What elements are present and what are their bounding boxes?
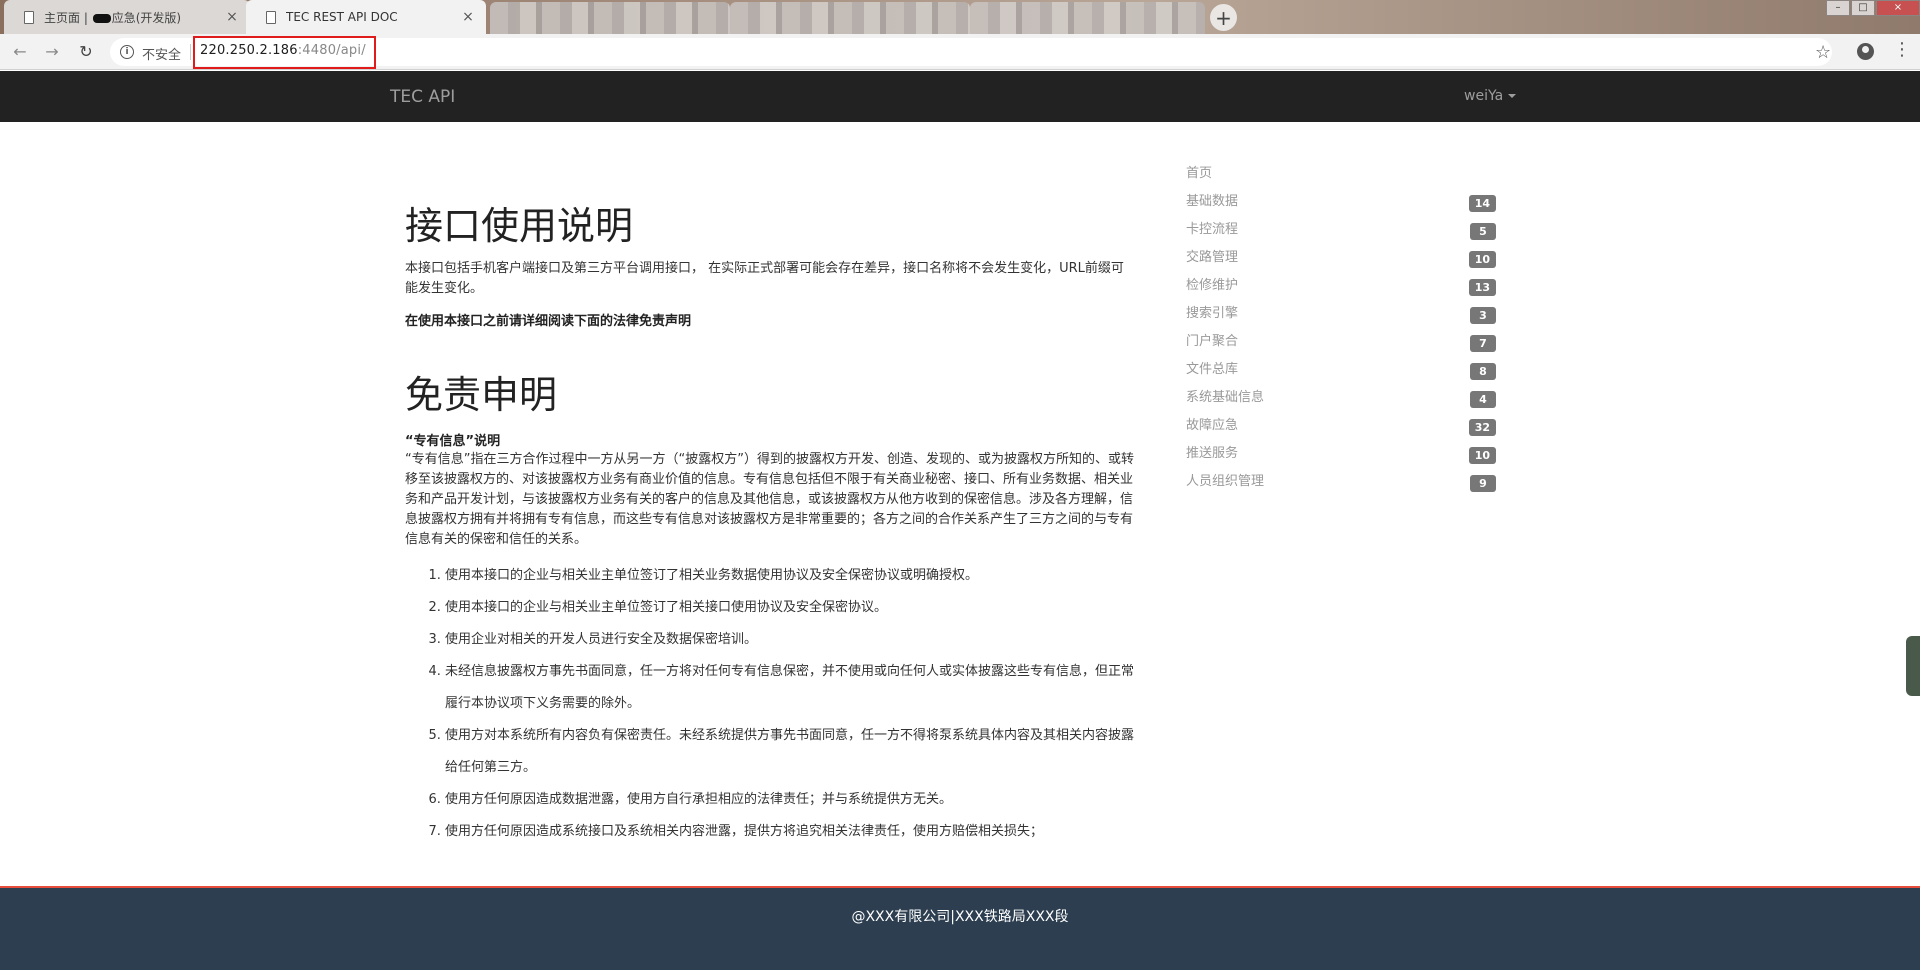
sidebar-item-portal[interactable]: 门户聚合 7 — [1186, 328, 1496, 356]
count-badge: 10 — [1468, 251, 1496, 268]
menu-icon[interactable]: ⋮ — [1893, 40, 1911, 60]
user-menu[interactable]: weiYa — [1464, 88, 1517, 104]
tab-redacted[interactable] — [730, 2, 970, 34]
url-text[interactable]: 220.250.2.186:4480/api/ — [200, 43, 366, 58]
sidebar-item-label: 首页 — [1186, 166, 1213, 181]
count-badge: 10 — [1468, 447, 1496, 464]
sidebar-item-personnel[interactable]: 人员组织管理 9 — [1186, 468, 1496, 496]
close-icon[interactable]: × — [460, 9, 476, 25]
tab-title: TEC REST API DOC — [286, 10, 398, 24]
side-widget[interactable] — [1906, 636, 1920, 696]
tab-redacted[interactable] — [490, 2, 730, 34]
info-icon[interactable]: i — [120, 45, 134, 59]
count-badge: 9 — [1470, 475, 1496, 492]
usage-intro: 本接口包括手机客户端接口及第三方平台调用接口， 在实际正式部署可能会存在差异，接… — [405, 261, 1124, 296]
divider — [190, 44, 191, 60]
redacted-text — [92, 13, 111, 23]
list-item: 使用方任何原因造成系统接口及系统相关内容泄露，提供方将追究相关法律责任，使用方赔… — [445, 816, 1135, 848]
list-item: 使用方任何原因造成数据泄露，使用方自行承担相应的法律责任；并与系统提供方无关。 — [445, 784, 1135, 816]
list-item: 使用本接口的企业与相关业主单位签订了相关接口使用协议及安全保密协议。 — [445, 592, 1135, 624]
sidebar-item-search-engine[interactable]: 搜索引擎 3 — [1186, 300, 1496, 328]
sidebar-item-label: 推送服务 — [1186, 446, 1239, 461]
sidebar-item-label: 系统基础信息 — [1186, 390, 1265, 405]
sidebar-item-system-info[interactable]: 系统基础信息 4 — [1186, 384, 1496, 412]
tab-redacted[interactable] — [970, 2, 1205, 34]
sidebar-item-label: 人员组织管理 — [1186, 474, 1265, 489]
maximize-icon[interactable]: □ — [1851, 0, 1875, 16]
count-badge: 32 — [1468, 419, 1496, 436]
sidebar-item-label: 文件总库 — [1186, 362, 1239, 377]
profile-icon[interactable] — [1857, 43, 1874, 60]
disclaimer-heading: 免责申明 — [405, 373, 558, 417]
count-badge: 3 — [1470, 307, 1496, 324]
count-badge: 7 — [1470, 335, 1496, 352]
document-icon — [24, 10, 34, 24]
back-icon[interactable]: ← — [10, 42, 30, 62]
caret-down-icon — [1508, 94, 1517, 98]
usage-note: 在使用本接口之前请详细阅读下面的法律免责声明 — [405, 314, 692, 329]
sidebar-item-push-service[interactable]: 推送服务 10 — [1186, 440, 1496, 468]
sidebar-item-home[interactable]: 首页 — [1186, 160, 1496, 188]
window-controls: – □ × — [1825, 0, 1920, 16]
rules-list: 使用本接口的企业与相关业主单位签订了相关业务数据使用协议及安全保密协议或明确授权… — [405, 560, 1135, 848]
definition-body: “专有信息”指在三方合作过程中一方从另一方（“披露权方”）得到的披露权方开发、创… — [405, 452, 1134, 547]
usage-heading: 接口使用说明 — [405, 204, 634, 248]
list-item: 使用方对本系统所有内容负有保密责任。未经系统提供方事先书面同意，任一方不得将泵系… — [445, 720, 1135, 784]
list-item: 使用本接口的企业与相关业主单位签订了相关业务数据使用协议及安全保密协议或明确授权… — [445, 560, 1135, 592]
page-footer: @XXX有限公司|XXX铁路局XXX段 — [0, 886, 1920, 970]
sidebar-item-label: 基础数据 — [1186, 194, 1239, 209]
definition-title: “专有信息”说明 — [405, 434, 501, 449]
new-tab-icon[interactable]: + — [1210, 4, 1237, 31]
sidebar-item-label: 故障应急 — [1186, 418, 1239, 433]
sidebar-nav: 首页 基础数据 14 卡控流程 5 交路管理 10 检修维护 13 搜索引擎 3… — [1186, 160, 1496, 496]
count-badge: 8 — [1470, 363, 1496, 380]
sidebar-item-label: 交路管理 — [1186, 250, 1239, 265]
close-icon[interactable]: × — [224, 9, 240, 25]
forward-icon[interactable]: → — [42, 42, 62, 62]
window-close-icon[interactable]: × — [1876, 0, 1920, 16]
footer-text: @XXX有限公司|XXX铁路局XXX段 — [851, 909, 1069, 925]
count-badge: 13 — [1468, 279, 1496, 296]
sidebar-item-file-library[interactable]: 文件总库 8 — [1186, 356, 1496, 384]
count-badge: 5 — [1470, 223, 1496, 240]
document-icon — [266, 10, 276, 24]
reload-icon[interactable]: ↻ — [76, 42, 96, 62]
brand-link[interactable]: TEC API — [390, 87, 455, 107]
sidebar-item-basic-data[interactable]: 基础数据 14 — [1186, 188, 1496, 216]
star-icon[interactable]: ☆ — [1815, 42, 1831, 63]
sidebar-item-label: 检修维护 — [1186, 278, 1239, 293]
tab-home[interactable]: 主页面 | 应急(开发版) × — [4, 0, 250, 34]
sidebar-item-label: 卡控流程 — [1186, 222, 1239, 237]
sidebar-item-control-flow[interactable]: 卡控流程 5 — [1186, 216, 1496, 244]
page-navbar: TEC API weiYa — [0, 71, 1920, 122]
sidebar-item-fault-emergency[interactable]: 故障应急 32 — [1186, 412, 1496, 440]
browser-tab-strip: 主页面 | 应急(开发版) × TEC REST API DOC × + – □… — [0, 0, 1920, 34]
sidebar-item-maintenance[interactable]: 检修维护 13 — [1186, 272, 1496, 300]
list-item: 使用企业对相关的开发人员进行安全及数据保密培训。 — [445, 624, 1135, 656]
list-item: 未经信息披露权方事先书面同意，任一方将对任何专有信息保密，并不使用或向任何人或实… — [445, 656, 1135, 720]
tab-title: 主页面 | 应急(开发版) — [44, 10, 182, 25]
count-badge: 4 — [1470, 391, 1496, 408]
minimize-icon[interactable]: – — [1826, 0, 1850, 16]
sidebar-item-label: 搜索引擎 — [1186, 306, 1239, 321]
tab-api-doc[interactable]: TEC REST API DOC × — [246, 0, 486, 34]
count-badge: 14 — [1468, 195, 1496, 212]
sidebar-item-route-management[interactable]: 交路管理 10 — [1186, 244, 1496, 272]
security-label[interactable]: 不安全 — [142, 44, 181, 63]
sidebar-item-label: 门户聚合 — [1186, 334, 1239, 349]
